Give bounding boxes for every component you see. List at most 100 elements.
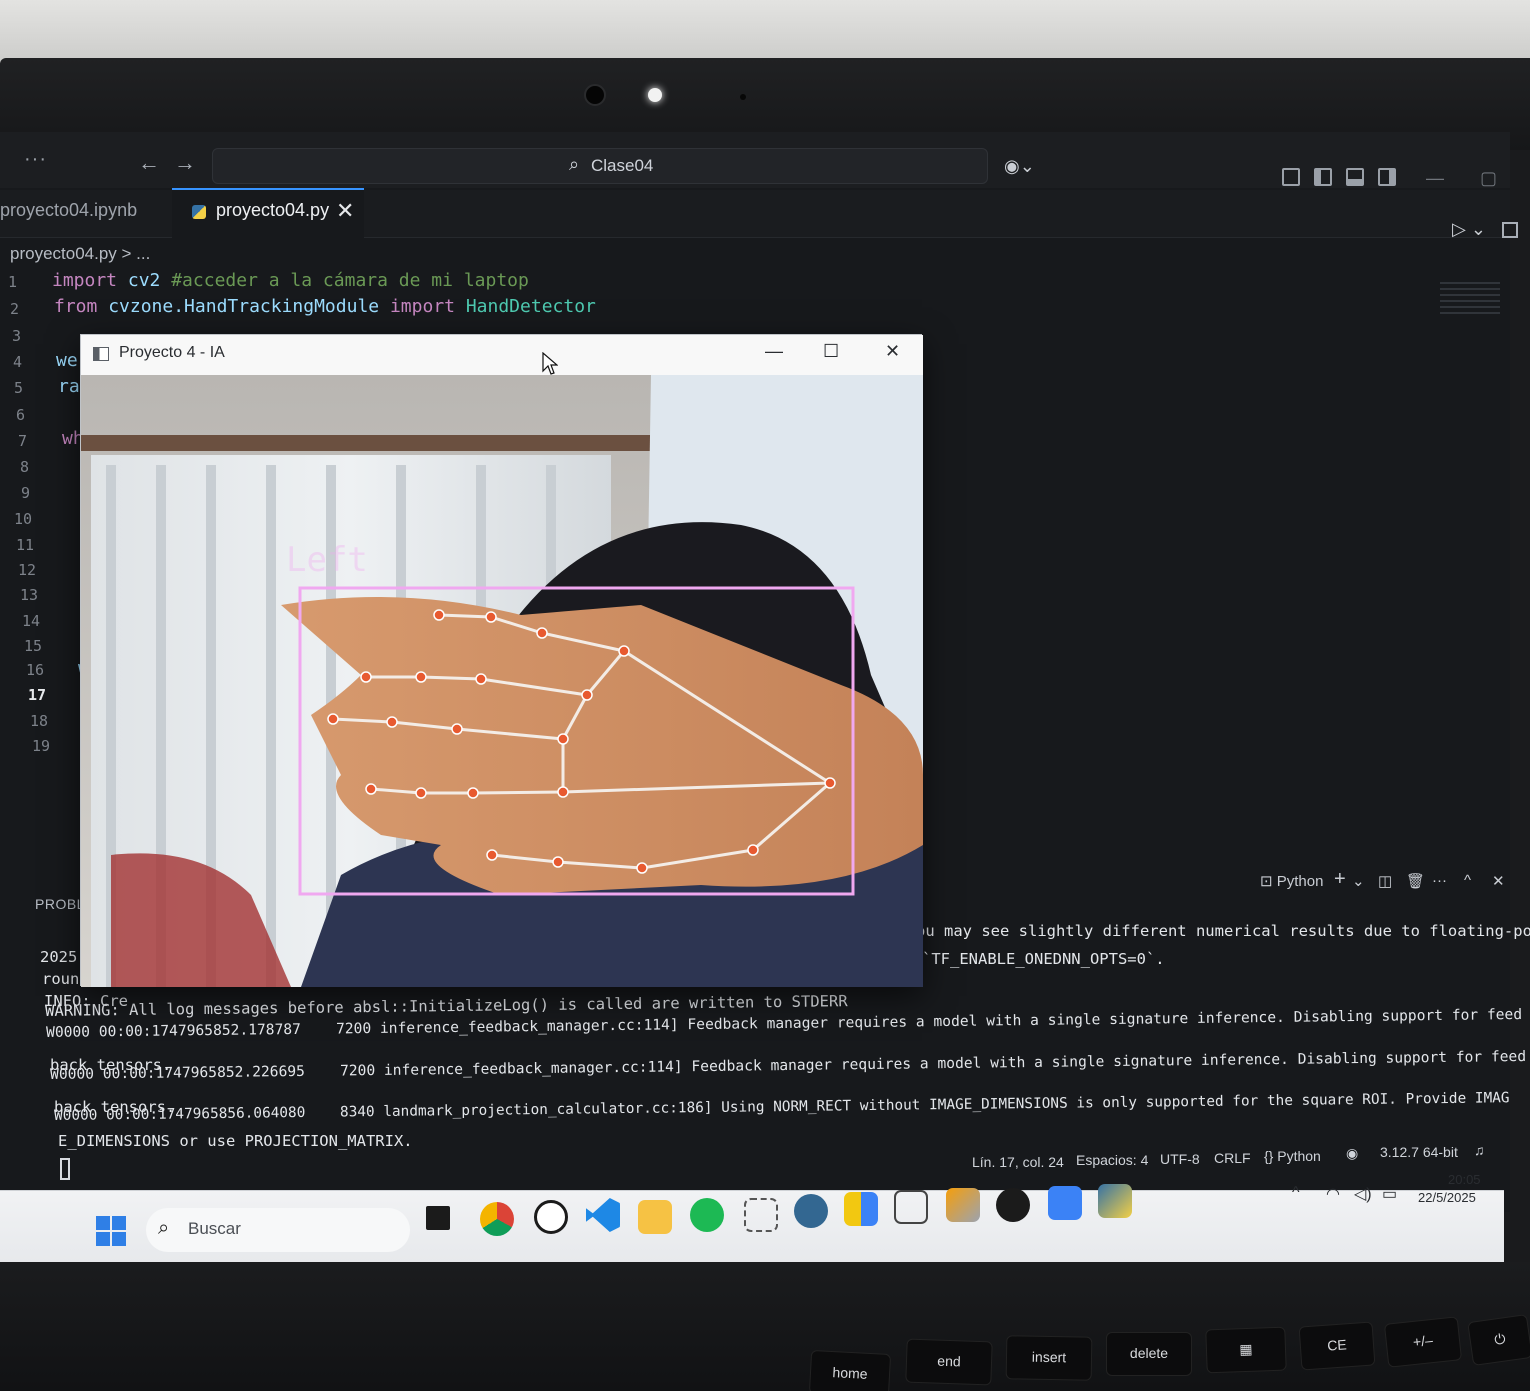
task-view-icon[interactable]: [426, 1206, 450, 1230]
line-number: 8: [20, 458, 30, 476]
trash-icon[interactable]: 🗑: [1406, 872, 1425, 890]
notepad-icon[interactable]: [1048, 1186, 1082, 1220]
line-number-current: 17: [28, 686, 47, 704]
file-explorer-icon[interactable]: [638, 1200, 672, 1234]
new-terminal-button[interactable]: +: [1334, 868, 1346, 891]
hand-landmark-point: [747, 844, 759, 856]
hand-landmark-point: [415, 671, 427, 683]
status-interpreter[interactable]: 3.12.7 64-bit: [1380, 1144, 1458, 1160]
code-keyword: import: [389, 296, 455, 317]
breadcrumb[interactable]: proyecto04.py > ...: [10, 244, 150, 264]
line-number: 1: [8, 273, 18, 291]
key-label: +/–: [1412, 1332, 1434, 1351]
hand-landmark-point: [451, 723, 463, 735]
code-module: cv2: [117, 270, 172, 291]
whatsapp-icon[interactable]: [534, 1200, 568, 1234]
tray-chevron-icon[interactable]: ^: [1292, 1184, 1300, 1202]
code-line-2[interactable]: from cvzone.HandTrackingModule import Ha…: [54, 296, 596, 317]
taskbar-date[interactable]: 22/5/2025: [1418, 1190, 1476, 1205]
volume-icon[interactable]: ◁): [1354, 1184, 1372, 1204]
status-encoding[interactable]: UTF-8: [1160, 1151, 1200, 1167]
tab-proyecto04-py[interactable]: proyecto04.py: [216, 200, 329, 221]
calculator-icon: ▦: [1239, 1340, 1253, 1358]
command-center[interactable]: ⌕ Clase04: [212, 148, 988, 184]
battery-icon[interactable]: ▭: [1382, 1184, 1397, 1204]
taskbar-search-placeholder: Buscar: [188, 1219, 241, 1238]
customize-layout-icon[interactable]: [1282, 168, 1300, 186]
maximize-panel-icon[interactable]: ^: [1464, 872, 1471, 889]
code-line-5-partial[interactable]: ra: [58, 376, 80, 397]
key-calculator: ▦: [1205, 1326, 1287, 1374]
snipping-tool-icon[interactable]: [744, 1198, 778, 1232]
panel-more-button[interactable]: ···: [1432, 872, 1447, 889]
maximize-window-icon[interactable]: ▢: [1480, 168, 1497, 189]
forward-arrow-icon[interactable]: →: [174, 150, 196, 176]
key-label: home: [832, 1364, 868, 1382]
toggle-sidebar-icon[interactable]: [1314, 168, 1332, 186]
opencv-maximize-button[interactable]: ☐: [823, 341, 839, 362]
line-number: 11: [16, 536, 35, 554]
webcam-sensor: [740, 94, 746, 100]
minimap[interactable]: [1440, 282, 1500, 318]
notifications-bell-icon[interactable]: ♫: [1474, 1142, 1485, 1158]
search-icon: ⌕: [158, 1217, 170, 1239]
hand-landmark-point: [475, 673, 487, 685]
key-delete: delete: [1106, 1332, 1192, 1376]
toggle-secondary-sidebar-icon[interactable]: [1378, 168, 1396, 186]
copilot-icon[interactable]: ◉⌄: [1004, 156, 1035, 177]
code-line-4-partial[interactable]: we: [56, 350, 78, 371]
tab-proyecto04-ipynb[interactable]: proyecto04.ipynb: [0, 200, 137, 221]
hand-landmark-point: [636, 862, 648, 874]
chevron-down-icon[interactable]: ⌄: [1352, 872, 1365, 890]
run-icon[interactable]: ▷ ⌄: [1452, 219, 1486, 240]
opencv-title-bar[interactable]: Proyecto 4 - IA — ☐ ✕: [81, 335, 923, 375]
opencv-close-button[interactable]: ✕: [885, 341, 900, 362]
line-number: 4: [13, 353, 23, 371]
close-panel-icon[interactable]: ✕: [1492, 872, 1505, 890]
minimize-window-icon[interactable]: —: [1426, 168, 1444, 189]
key-insert: insert: [1005, 1335, 1093, 1381]
copilot-status-icon[interactable]: ◉: [1346, 1145, 1358, 1162]
split-editor-icon[interactable]: [1502, 222, 1518, 238]
back-arrow-icon[interactable]: ←: [138, 150, 160, 176]
split-terminal-icon[interactable]: ◫: [1378, 872, 1392, 890]
media-player-icon[interactable]: [996, 1188, 1030, 1222]
key-power: ⏻: [1467, 1314, 1530, 1366]
skeleton-bone: [438, 613, 492, 619]
chrome-icon[interactable]: [480, 1202, 514, 1236]
code-class: HandDetector: [455, 296, 596, 317]
python-app-icon[interactable]: [1098, 1184, 1132, 1218]
hand-landmark-point: [536, 627, 548, 639]
toggle-panel-icon[interactable]: [1346, 168, 1364, 186]
key-label: insert: [1031, 1348, 1067, 1366]
skeleton-bone: [420, 675, 482, 681]
menu-button[interactable]: ···: [24, 148, 47, 171]
tab-close-icon[interactable]: ✕: [336, 198, 354, 224]
opencv-window[interactable]: Proyecto 4 - IA — ☐ ✕ Left: [80, 334, 923, 987]
spotify-icon[interactable]: [690, 1198, 724, 1232]
line-number: 18: [30, 712, 49, 730]
hand-landmark-point: [824, 777, 836, 789]
puzzle-app-icon[interactable]: [894, 1190, 928, 1224]
windows-start-icon[interactable]: [96, 1216, 126, 1246]
opencv-minimize-button[interactable]: —: [765, 341, 783, 362]
command-center-label: Clase04: [591, 156, 654, 175]
hand-landmark-point: [415, 787, 427, 799]
git-tool-icon[interactable]: [946, 1188, 980, 1222]
hand-landmark-point: [360, 671, 372, 683]
code-line-1[interactable]: import cv2 #acceder a la cámara de mi la…: [52, 270, 529, 291]
status-language[interactable]: {} Python: [1264, 1148, 1321, 1164]
hand-landmark-point: [581, 689, 593, 701]
power-icon: ⏻: [1493, 1330, 1507, 1348]
terminal-selector[interactable]: ⊡ Python: [1260, 872, 1323, 890]
taskbar-search[interactable]: ⌕ Buscar: [146, 1208, 410, 1252]
status-indentation[interactable]: Espacios: 4: [1076, 1152, 1148, 1168]
status-cursor-position[interactable]: Lín. 17, col. 24: [972, 1154, 1064, 1170]
postgresql-icon[interactable]: [794, 1194, 828, 1228]
powerbi-icon[interactable]: [844, 1192, 878, 1226]
taskbar-time[interactable]: 20:05: [1448, 1172, 1481, 1187]
terminal-name: Python: [1276, 873, 1324, 890]
wifi-icon[interactable]: ◠: [1326, 1184, 1340, 1204]
hand-landmark-point: [486, 849, 498, 861]
status-eol[interactable]: CRLF: [1214, 1150, 1251, 1166]
